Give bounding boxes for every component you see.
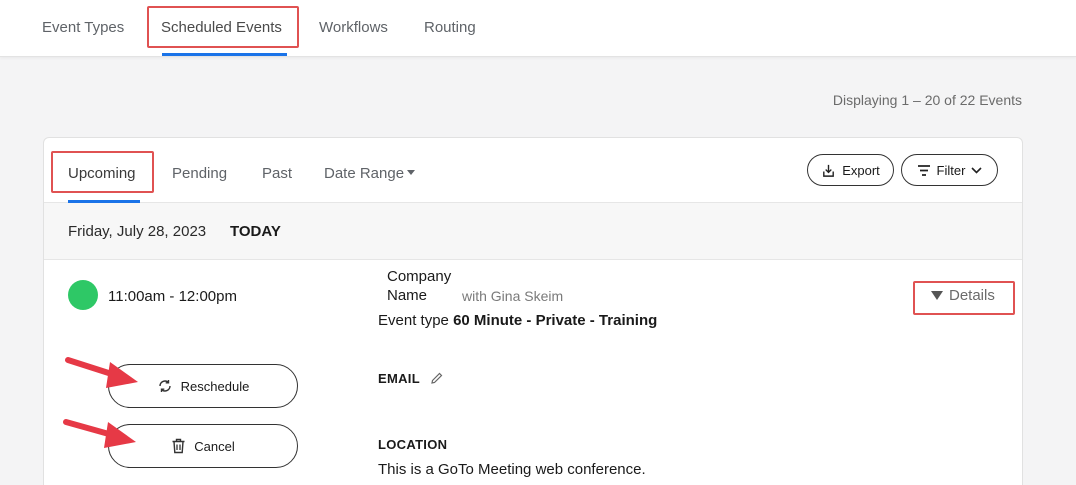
event-type-value: 60 Minute - Private - Training: [453, 312, 658, 329]
company-name: Company Name: [387, 268, 452, 304]
event-type-line: Event type 60 Minute - Private - Trainin…: [378, 312, 657, 329]
chevron-down-icon: [971, 166, 983, 174]
filter-button[interactable]: Filter: [901, 154, 998, 186]
highlight-box-details: [913, 281, 1015, 315]
refresh-icon: [158, 380, 171, 392]
today-badge: TODAY: [230, 223, 281, 240]
subtabs-bar: Upcoming Pending Past Date Range Export …: [44, 138, 1022, 203]
arrow-annotation-icon: [65, 357, 138, 388]
subtab-past[interactable]: Past: [262, 164, 292, 184]
reschedule-label: Reschedule: [180, 378, 250, 394]
event-date: Friday, July 28, 2023: [68, 223, 207, 240]
export-label: Export: [842, 162, 880, 178]
subtab-date-range[interactable]: Date Range: [324, 164, 416, 184]
tab-event-types[interactable]: Event Types: [42, 18, 124, 38]
event-type-prefix: Event type: [378, 312, 449, 329]
active-tab-indicator: [162, 53, 287, 56]
location-text: This is a GoTo Meeting web conference.: [378, 461, 646, 478]
event-time-range: 11:00am - 12:00pm: [108, 288, 237, 305]
trash-icon: [172, 438, 185, 454]
caret-down-icon: [407, 169, 416, 175]
filter-label: Filter: [936, 162, 966, 178]
email-section: EMAIL: [378, 371, 444, 386]
cancel-label: Cancel: [194, 438, 235, 454]
event-status-dot: [68, 280, 98, 310]
highlight-box-scheduled-events: [147, 6, 299, 48]
date-header: Friday, July 28, 2023 TODAY: [44, 203, 1022, 260]
download-icon: [823, 164, 835, 177]
tab-workflows[interactable]: Workflows: [319, 18, 388, 38]
arrow-annotation-icon: [63, 419, 136, 448]
events-count-text: Displaying 1 – 20 of 22 Events: [832, 92, 1022, 108]
highlight-box-upcoming: [51, 151, 154, 193]
events-card: Upcoming Pending Past Date Range Export …: [43, 137, 1023, 485]
invitee-name: with Gina Skeim: [462, 288, 564, 304]
export-button[interactable]: Export: [807, 154, 894, 186]
tab-routing[interactable]: Routing: [424, 18, 476, 38]
filter-icon: [917, 164, 930, 176]
pencil-icon[interactable]: [430, 371, 444, 385]
email-label: EMAIL: [378, 371, 420, 386]
subtab-pending[interactable]: Pending: [172, 164, 227, 184]
subtab-date-range-label: Date Range: [324, 165, 405, 182]
location-label: LOCATION: [378, 437, 448, 452]
